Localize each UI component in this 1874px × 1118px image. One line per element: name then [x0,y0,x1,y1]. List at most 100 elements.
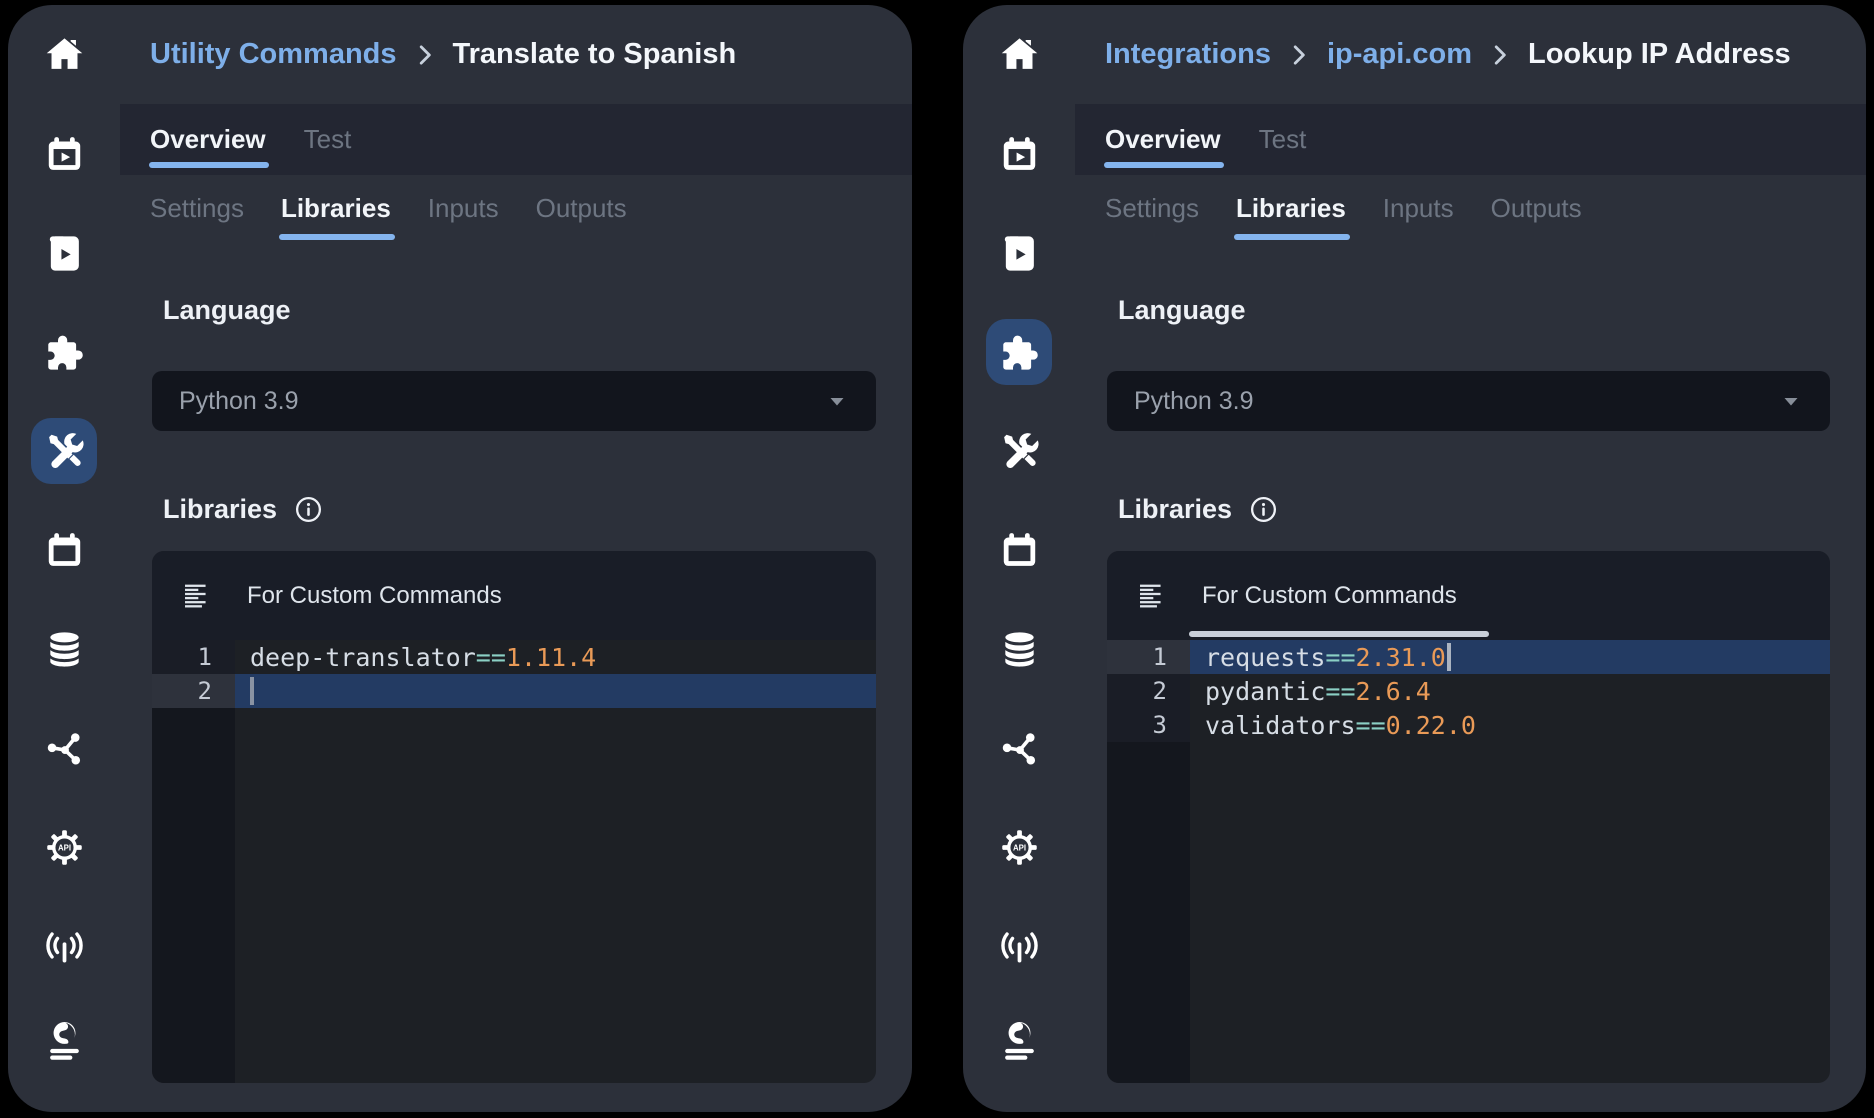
window-utility-commands: Utility Commands Translate to Spanish Ov… [8,5,912,1112]
chevron-right-icon [1487,42,1513,68]
info-icon[interactable] [294,495,323,524]
calendar-icon [44,530,85,571]
main-content: Utility Commands Translate to Spanish Ov… [120,5,912,1112]
chevron-down-icon [825,389,849,413]
sidebar-item-utility-commands[interactable] [31,418,97,484]
sidebar-item-integrations[interactable] [31,319,97,385]
code-line-1[interactable]: 1 deep-translator==1.11.4 [152,640,876,674]
editor-tab-for-custom-commands[interactable]: For Custom Commands [1202,582,1457,610]
sidebar-item-home[interactable] [31,22,97,88]
sidebar-item-api[interactable] [986,814,1052,880]
code-line-content: validators==0.22.0 [1190,708,1830,742]
subtab-inputs[interactable]: Inputs [1383,193,1454,224]
package-version: 1.11.4 [506,643,596,672]
api-gear-icon [999,827,1040,868]
text-cursor [1447,643,1451,671]
language-dropdown[interactable]: Python 3.9 [152,371,876,431]
info-icon[interactable] [1249,495,1278,524]
sidebar-item-globe[interactable] [986,1007,1052,1073]
language-dropdown-value: Python 3.9 [179,387,825,416]
code-line-3[interactable]: 3 validators==0.22.0 [1107,708,1830,742]
language-heading: Language [1118,295,1246,326]
chevron-right-icon [1286,42,1312,68]
sidebar-item-broadcast[interactable] [31,913,97,979]
screen: Utility Commands Translate to Spanish Ov… [0,0,1874,1118]
sidebar-item-workflows[interactable] [986,715,1052,781]
tab-overview[interactable]: Overview [150,104,266,175]
sidebar-item-integrations[interactable] [986,319,1052,385]
libraries-code-editor: For Custom Commands 1 requests==2.31.0 2… [1107,551,1830,1083]
share-nodes-icon [999,728,1040,769]
calendar-play-icon [999,134,1040,175]
package-name: requests [1205,643,1325,672]
tab-overview[interactable]: Overview [1105,104,1221,175]
package-version: 2.6.4 [1356,677,1431,706]
breadcrumb: Utility Commands Translate to Spanish [150,5,906,104]
breadcrumb-link[interactable]: Integrations [1105,38,1271,71]
calendar-icon [999,530,1040,571]
package-name: deep-translator [250,643,476,672]
code-area[interactable]: 1 requests==2.31.0 2 pydantic==2.6.4 3 v… [1107,640,1830,1083]
window-integrations: Integrations ip-api.com Lookup IP Addres… [963,5,1866,1112]
text-lines-icon [182,581,211,610]
sidebar-item-scheduled-runs[interactable] [31,121,97,187]
subtab-outputs[interactable]: Outputs [1491,193,1582,224]
subtab-settings[interactable]: Settings [1105,193,1199,224]
subtab-libraries[interactable]: Libraries [281,193,391,224]
sidebar-item-playbooks[interactable] [986,220,1052,286]
chevron-right-icon [412,42,438,68]
subtab-settings[interactable]: Settings [150,193,244,224]
breadcrumb-current: Translate to Spanish [453,38,737,71]
sidebar-item-calendar[interactable] [31,517,97,583]
editor-tab-for-custom-commands[interactable]: For Custom Commands [247,582,502,610]
sidebar-item-workflows[interactable] [31,715,97,781]
sidebar-item-database[interactable] [31,616,97,682]
version-operator: == [1325,643,1355,672]
sidebar-item-playbooks[interactable] [31,220,97,286]
subtab-outputs[interactable]: Outputs [536,193,627,224]
breadcrumb-link[interactable]: Utility Commands [150,38,397,71]
package-name: validators [1205,711,1356,740]
globe-lines-icon [44,1020,85,1061]
language-dropdown-value: Python 3.9 [1134,387,1779,416]
database-icon [44,629,85,670]
version-operator: == [1325,677,1355,706]
sidebar-item-globe[interactable] [31,1007,97,1073]
sidebar-item-home[interactable] [986,22,1052,88]
line-number: 2 [1107,674,1190,708]
subtab-libraries[interactable]: Libraries [1236,193,1346,224]
libraries-code-editor: For Custom Commands 1 deep-translator==1… [152,551,876,1083]
code-line-content [235,674,876,708]
sidebar-item-calendar[interactable] [986,517,1052,583]
sidebar-item-broadcast[interactable] [986,913,1052,979]
sidebar-item-api[interactable] [31,814,97,880]
code-area[interactable]: 1 deep-translator==1.11.4 2 [152,640,876,1083]
active-editor-tab-indicator [1189,631,1489,637]
sidebar-item-utility-commands[interactable] [986,418,1052,484]
sidebar-item-database[interactable] [986,616,1052,682]
home-icon [44,35,85,76]
broadcast-antenna-icon [999,926,1040,967]
line-number: 2 [152,674,235,708]
breadcrumb: Integrations ip-api.com Lookup IP Addres… [1105,5,1860,104]
main-content: Integrations ip-api.com Lookup IP Addres… [1075,5,1866,1112]
language-dropdown[interactable]: Python 3.9 [1107,371,1830,431]
code-line-content: requests==2.31.0 [1190,640,1830,674]
code-line-2[interactable]: 2 [152,674,876,708]
line-number: 1 [1107,640,1190,674]
subtab-inputs[interactable]: Inputs [428,193,499,224]
editor-header: For Custom Commands [152,551,876,640]
tools-icon [999,431,1040,472]
package-version: 0.22.0 [1386,711,1476,740]
book-play-icon [44,233,85,274]
puzzle-piece-icon [44,332,85,373]
tab-test[interactable]: Test [1259,104,1307,175]
sidebar-item-scheduled-runs[interactable] [986,121,1052,187]
version-operator: == [476,643,506,672]
tab-test[interactable]: Test [304,104,352,175]
libraries-heading: Libraries [163,494,323,525]
broadcast-antenna-icon [44,926,85,967]
breadcrumb-link[interactable]: ip-api.com [1327,38,1472,71]
code-line-2[interactable]: 2 pydantic==2.6.4 [1107,674,1830,708]
code-line-1[interactable]: 1 requests==2.31.0 [1107,640,1830,674]
